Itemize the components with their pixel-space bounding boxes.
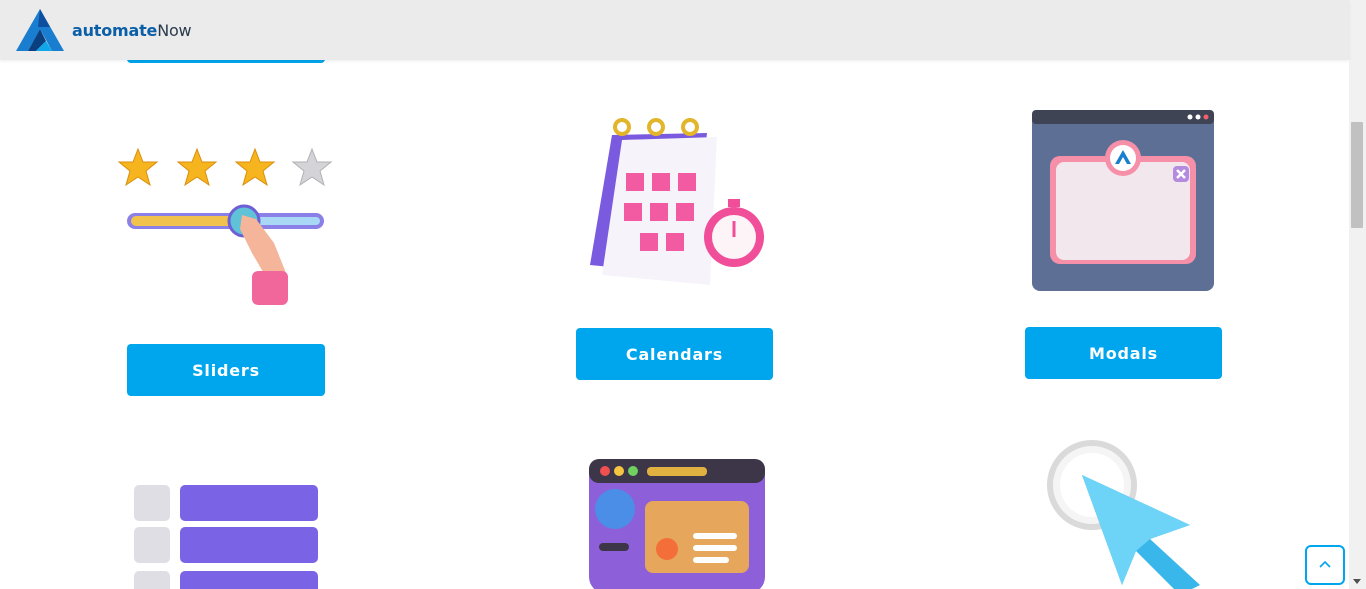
cursor-click-icon: [1047, 440, 1200, 589]
logo-text: automateNow: [72, 20, 192, 40]
calendars-button[interactable]: Calendars: [576, 328, 773, 380]
site-header: automateNow: [0, 0, 1349, 60]
automatenow-logo-icon: [16, 9, 64, 51]
calendar-stopwatch-icon: [590, 118, 764, 285]
web-browser-icon: [589, 459, 765, 589]
sliders-button[interactable]: Sliders: [127, 344, 325, 396]
scrollbar-thumb[interactable]: [1351, 122, 1363, 228]
chevron-up-icon: [1319, 560, 1331, 568]
back-to-top-button[interactable]: [1305, 545, 1345, 585]
modals-button[interactable]: Modals: [1025, 327, 1222, 379]
star-rating-slider-icon: [117, 147, 333, 305]
scroll-down-arrow-icon[interactable]: [1353, 579, 1361, 584]
modal-window-icon: [1032, 110, 1214, 291]
home-logo-link[interactable]: automateNow: [16, 9, 192, 51]
page-scrollbar[interactable]: [1349, 0, 1366, 589]
list-table-icon: [134, 485, 318, 589]
